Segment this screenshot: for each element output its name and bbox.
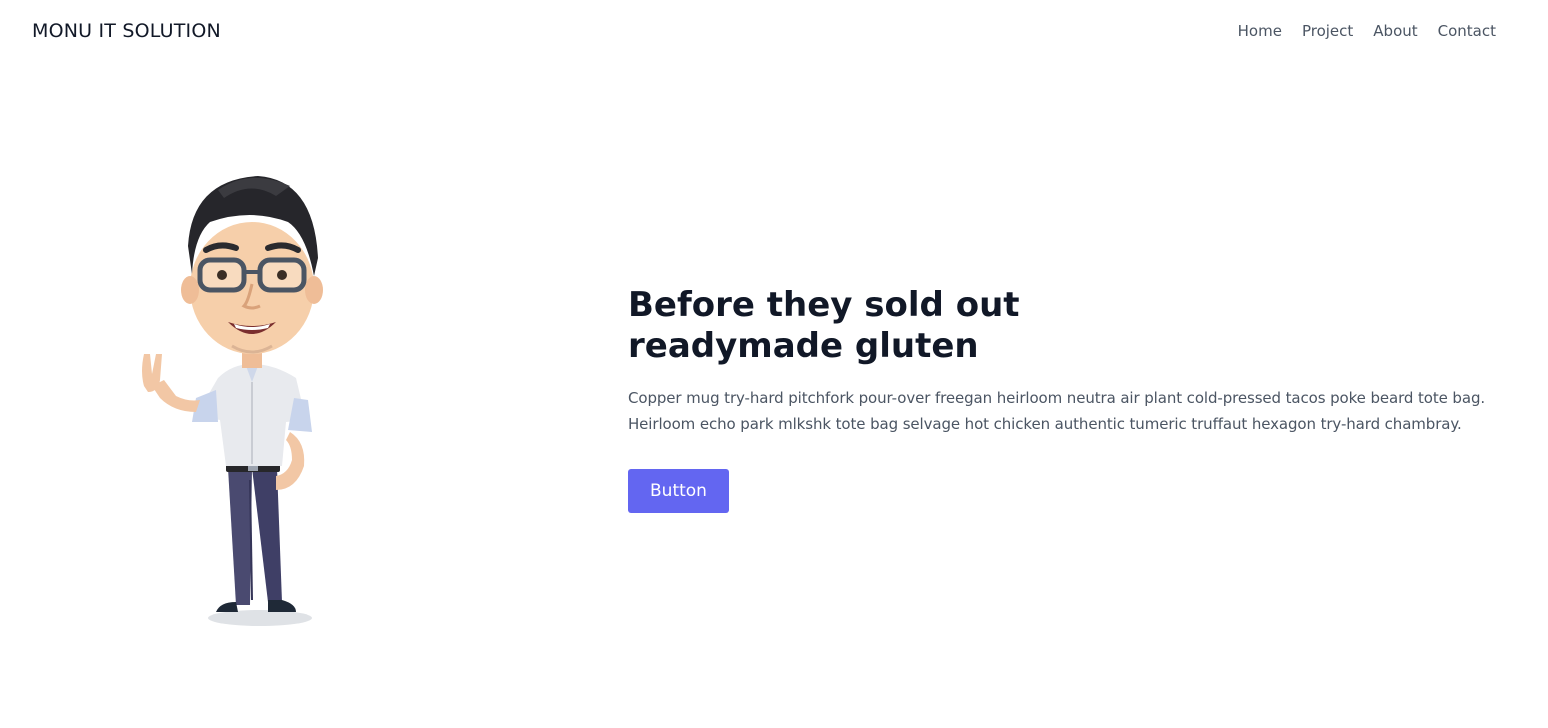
hero-content: Before they sold out readymade gluten Co… [628, 285, 1508, 513]
nav-link-contact[interactable]: Contact [1438, 22, 1496, 40]
hero-illustration [100, 150, 360, 640]
brand-logo-link[interactable]: MONU IT SOLUTION [32, 20, 221, 42]
hero-description-line-2: Heirloom echo park mlkshk tote bag selva… [628, 415, 1462, 433]
site-header: MONU IT SOLUTION Home Project About Cont… [0, 0, 1548, 66]
hero-title-line-2: readymade gluten [628, 326, 979, 366]
nav-link-about[interactable]: About [1373, 22, 1417, 40]
hero-title-line-1: Before they sold out [628, 285, 1020, 325]
nav-link-project[interactable]: Project [1302, 22, 1353, 40]
hero-description: Copper mug try-hard pitchfork pour-over … [628, 385, 1508, 437]
cartoon-man-illustration [142, 176, 323, 626]
nav-link-home[interactable]: Home [1238, 22, 1282, 40]
hero-title: Before they sold out readymade gluten [628, 285, 1508, 367]
hero-description-line-1: Copper mug try-hard pitchfork pour-over … [628, 389, 1486, 407]
hero-cta-button[interactable]: Button [628, 469, 729, 513]
main-nav: Home Project About Contact [1238, 22, 1496, 40]
